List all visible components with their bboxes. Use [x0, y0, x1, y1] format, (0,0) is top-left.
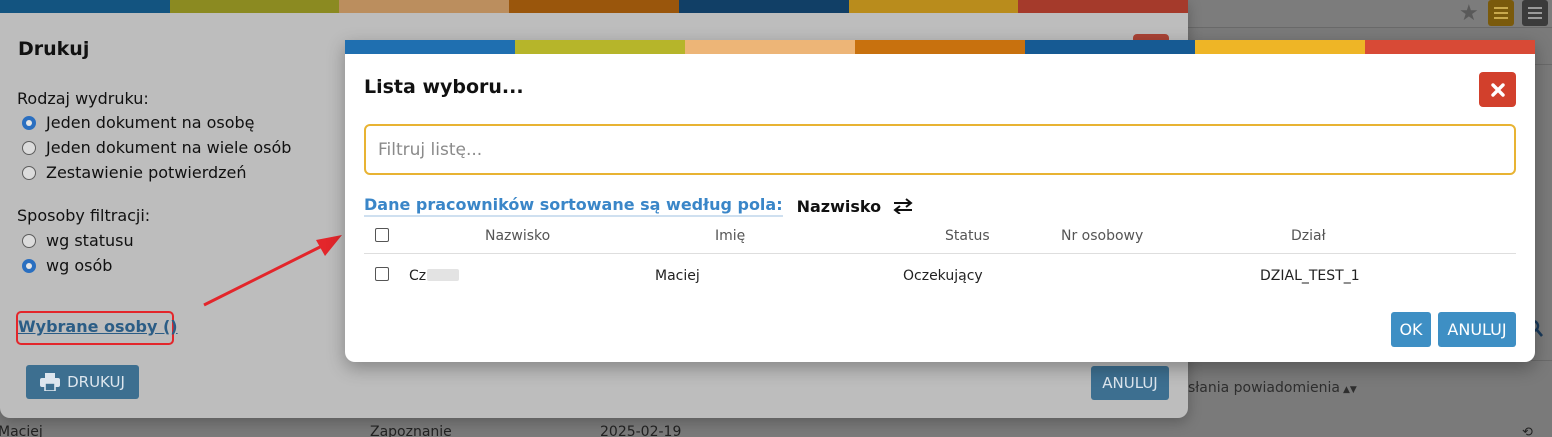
- selection-dialog-title: Lista wyboru...: [364, 76, 524, 98]
- stripe-segment: [0, 0, 170, 13]
- print-type-option[interactable]: Jeden dokument na osobę: [22, 113, 255, 132]
- cell-department: DZIAL_TEST_1: [1260, 268, 1360, 284]
- print-dialog-title: Drukuj: [18, 38, 90, 60]
- cancel-button[interactable]: ANULUJ: [1438, 312, 1516, 347]
- radio-unchecked[interactable]: [22, 140, 36, 155]
- column-header-first-name[interactable]: Imię: [715, 228, 745, 244]
- stripe-segment: [848, 0, 1019, 13]
- table-header: Nazwisko Imię Status Nr osobowy Dział: [364, 226, 1516, 254]
- stripe-segment: [1025, 40, 1195, 54]
- filter-method-label: Sposoby filtracji:: [17, 206, 151, 225]
- star-icon[interactable]: ★: [1459, 2, 1479, 26]
- stripe-segment: [685, 40, 855, 54]
- print-button[interactable]: DRUKUJ: [26, 365, 139, 399]
- color-stripe: [0, 0, 1189, 13]
- redacted-text: [427, 269, 460, 281]
- print-type-label: Rodzaj wydruku:: [17, 89, 149, 108]
- print-type-option[interactable]: Zestawienie potwierdzeń: [22, 163, 247, 182]
- radio-checked[interactable]: [22, 258, 36, 273]
- swap-sort-icon[interactable]: [893, 198, 913, 214]
- sort-field-value: Nazwisko: [796, 196, 882, 216]
- printer-icon: [40, 373, 61, 391]
- stripe-segment: [855, 40, 1025, 54]
- print-cancel-button[interactable]: ANULUJ: [1091, 366, 1169, 400]
- menu-icon[interactable]: [1522, 0, 1548, 26]
- cell-surname: Cz: [409, 268, 460, 284]
- history-icon[interactable]: ⟲: [1522, 425, 1533, 437]
- table-row[interactable]: Cz Maciej Oczekujący DZIAL_TEST_1: [364, 255, 1516, 295]
- ok-button[interactable]: OK: [1391, 312, 1431, 347]
- stripe-segment: [1365, 40, 1535, 54]
- color-stripe: [345, 40, 1535, 54]
- stripe-segment: [1195, 40, 1365, 54]
- stripe-segment: [339, 0, 510, 13]
- column-header-status[interactable]: Status: [945, 228, 990, 244]
- close-icon: [1490, 82, 1505, 97]
- selected-persons-link[interactable]: Wybrane osoby (): [18, 317, 178, 336]
- stripe-segment: [345, 40, 515, 54]
- background-row-date: 2025-02-19: [600, 424, 682, 437]
- stripe-segment: [169, 0, 340, 13]
- background-column-header[interactable]: słania powiadomienia ▲▼: [1188, 378, 1357, 400]
- stripe-segment: [515, 40, 685, 54]
- sort-icon: ▲▼: [1342, 385, 1357, 395]
- stripe-segment: [678, 0, 849, 13]
- filter-method-option[interactable]: wg statusu: [22, 231, 134, 250]
- column-header-employee-number[interactable]: Nr osobowy: [1061, 228, 1143, 244]
- print-type-option[interactable]: Jeden dokument na wiele osób: [22, 138, 291, 157]
- list-icon[interactable]: [1488, 0, 1514, 26]
- stripe-segment: [509, 0, 679, 13]
- filter-method-option[interactable]: wg osób: [22, 256, 112, 275]
- radio-unchecked[interactable]: [22, 233, 36, 248]
- radio-checked[interactable]: [22, 115, 36, 130]
- close-button[interactable]: [1479, 72, 1516, 107]
- filter-input[interactable]: [364, 124, 1516, 175]
- row-checkbox[interactable]: [375, 267, 389, 281]
- cell-first-name: Maciej: [655, 268, 700, 284]
- background-row-status: Zapoznanie: [370, 424, 452, 437]
- select-all-checkbox[interactable]: [375, 228, 389, 242]
- radio-unchecked[interactable]: [22, 165, 36, 180]
- selection-dialog: Lista wyboru... Dane pracowników sortowa…: [345, 40, 1535, 362]
- stripe-segment: [1018, 0, 1189, 13]
- column-header-department[interactable]: Dział: [1291, 228, 1326, 244]
- background-row-name: Maciej: [0, 424, 43, 437]
- column-header-surname[interactable]: Nazwisko: [485, 228, 550, 244]
- sort-info: Dane pracowników sortowane są według pol…: [364, 195, 913, 217]
- sort-field-link[interactable]: Dane pracowników sortowane są według pol…: [364, 195, 783, 217]
- cell-status: Oczekujący: [903, 268, 983, 284]
